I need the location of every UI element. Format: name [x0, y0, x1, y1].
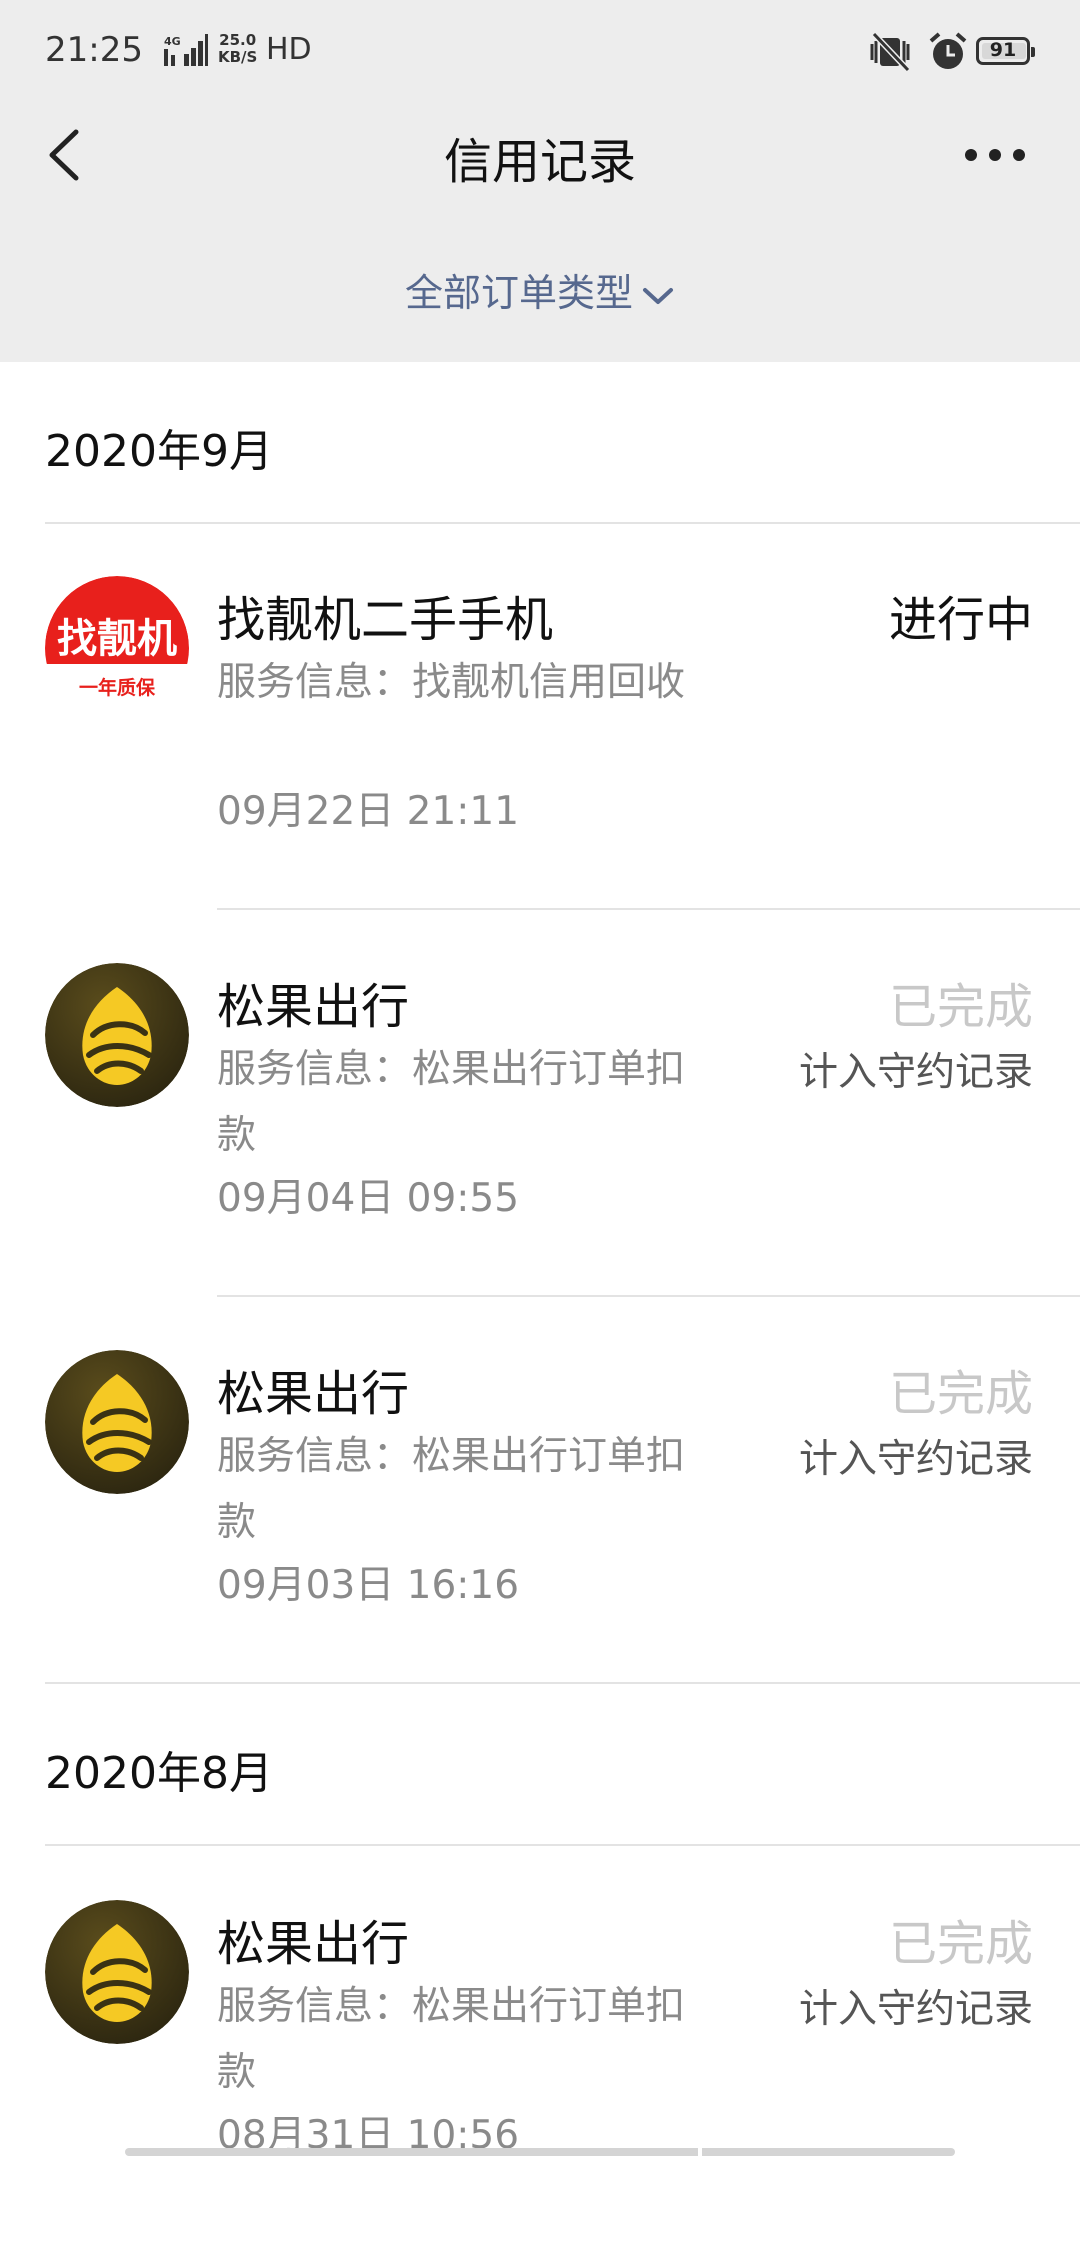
- record-name: 松果出行: [217, 1366, 410, 1422]
- more-dots-icon: [965, 149, 1025, 161]
- record-credit-note: 计入守约记录: [798, 1437, 1033, 1482]
- record-service-info: 服务信息：松果出行订单扣款: [217, 1434, 686, 1545]
- zhaoliangji-logo-subtext: 一年质保: [79, 676, 156, 699]
- record-status: 进行中: [888, 592, 1033, 648]
- alarm-icon: [929, 32, 967, 69]
- battery-percent: 91: [989, 39, 1017, 61]
- record-name: 找靓机二手手机: [217, 592, 554, 648]
- record-time: 09月04日 09:55: [217, 1176, 520, 1221]
- record-service-info: 服务信息：松果出行订单扣款: [217, 1047, 686, 1158]
- record-service-info: 服务信息：松果出行订单扣款: [217, 1984, 686, 2095]
- network-type: 4G: [164, 35, 181, 48]
- speed-value: 25.0: [219, 31, 257, 49]
- divider: [217, 908, 1080, 910]
- record-item[interactable]: 松果出行 服务信息：松果出行订单扣款 08月31日 10:56 已完成 计入守约…: [0, 1864, 1080, 2250]
- record-credit-note: 计入守约记录: [798, 1050, 1033, 1095]
- scroll-indicator: [125, 2148, 955, 2156]
- more-button[interactable]: [960, 135, 1030, 175]
- divider: [45, 1682, 1080, 1684]
- signal-icon: 4G: [164, 34, 208, 66]
- order-type-filter[interactable]: 全部订单类型: [0, 262, 1080, 317]
- songguo-logo-icon: [45, 1900, 189, 2044]
- month-header: 2020年8月: [45, 1748, 273, 1799]
- page-title: 信用记录: [443, 134, 636, 190]
- filter-label: 全部订单类型: [404, 271, 633, 315]
- record-credit-note: 计入守约记录: [798, 1987, 1033, 2032]
- songguo-logo-icon: [45, 1350, 189, 1494]
- chevron-down-icon: [643, 287, 673, 304]
- month-header: 2020年9月: [45, 426, 273, 477]
- speed-unit: KB/S: [218, 48, 258, 66]
- record-status: 已完成: [888, 1916, 1033, 1972]
- divider: [217, 1295, 1080, 1297]
- record-time: 09月22日 21:11: [217, 789, 520, 834]
- battery-icon: 91: [976, 37, 1035, 65]
- battery-cap: [1031, 47, 1035, 57]
- status-time: 21:25: [45, 30, 143, 70]
- status-bar: 21:25 4G 25.0 KB/S HD 91: [0, 0, 1080, 100]
- vibrate-off-icon: [870, 32, 911, 72]
- record-name: 松果出行: [217, 979, 410, 1035]
- record-service-info: 服务信息：找靓机信用回收: [217, 660, 686, 705]
- record-name: 松果出行: [217, 1916, 410, 1972]
- songguo-logo-icon: [45, 963, 189, 1107]
- hd-indicator: HD: [266, 32, 312, 67]
- record-item[interactable]: 松果出行 服务信息：松果出行订单扣款 09月03日 16:16 已完成 计入守约…: [0, 1314, 1080, 1700]
- divider: [45, 522, 1080, 524]
- record-status: 已完成: [888, 1366, 1033, 1422]
- network-speed: 25.0 KB/S: [218, 32, 257, 66]
- scroll-indicator-gap: [698, 2146, 702, 2158]
- record-time: 09月03日 16:16: [217, 1563, 520, 1608]
- record-status: 已完成: [888, 979, 1033, 1035]
- record-item[interactable]: 松果出行 服务信息：松果出行订单扣款 09月04日 09:55 已完成 计入守约…: [0, 927, 1080, 1313]
- zhaoliangji-logo-text: 找靓机: [57, 616, 177, 662]
- divider: [45, 1844, 1080, 1846]
- record-item[interactable]: 找靓机 一年质保 找靓机二手手机 服务信息：找靓机信用回收 09月22日 21:…: [0, 540, 1080, 926]
- zhaoliangji-logo-icon: 找靓机 一年质保: [45, 576, 189, 720]
